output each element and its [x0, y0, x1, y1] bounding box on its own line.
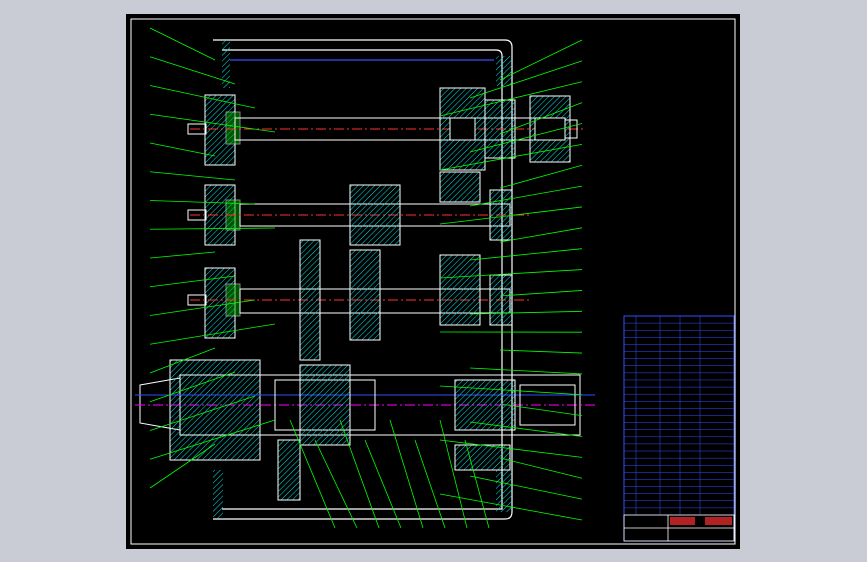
cad-viewport[interactable]: [0, 0, 867, 562]
title-block: [623, 315, 735, 542]
gearbox-assembly-drawing: [126, 14, 740, 549]
